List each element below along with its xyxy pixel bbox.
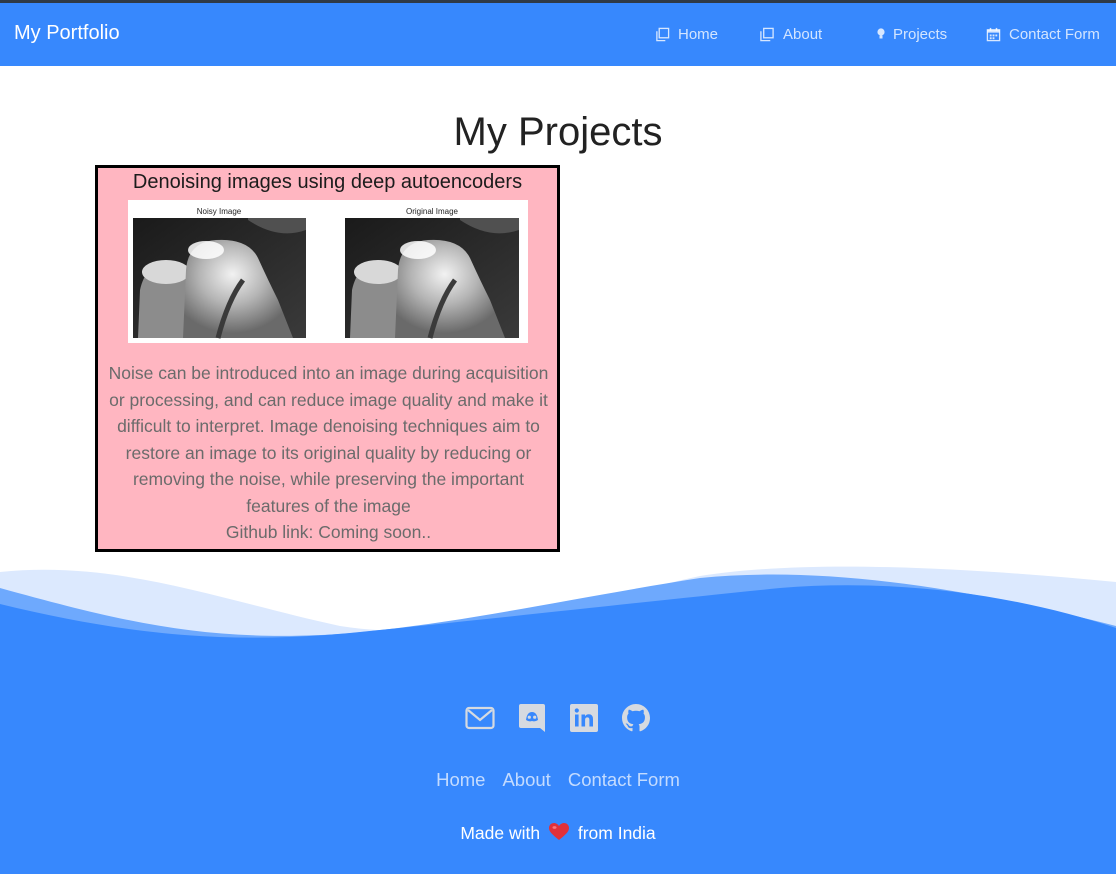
project-title: Denoising images using deep autoencoders — [132, 171, 523, 193]
made-with-text: Made with from India — [0, 823, 1116, 844]
discord-link[interactable] — [517, 702, 547, 734]
heart-icon — [548, 823, 569, 841]
nav-about-label: About — [783, 25, 823, 43]
brand-logo[interactable]: My Portfolio — [14, 22, 120, 45]
lightbulb-icon — [877, 28, 885, 39]
nav-about[interactable]: About — [759, 23, 822, 45]
linkedin-link[interactable] — [569, 702, 599, 734]
discord-icon — [519, 704, 545, 732]
nav-home-label: Home — [678, 25, 719, 43]
noisy-xray — [133, 218, 306, 339]
page-title: My Projects — [453, 110, 663, 154]
project-description-text: Noise can be introduced into an image du… — [108, 363, 549, 516]
social-links — [0, 702, 1116, 734]
github-link[interactable] — [621, 702, 651, 734]
made-with-prefix: Made with — [460, 823, 541, 843]
email-link[interactable] — [465, 702, 495, 734]
original-image-label: Original Image — [406, 207, 459, 216]
footer-link-home[interactable]: Home — [436, 769, 485, 791]
footer-link-about[interactable]: About — [502, 769, 550, 791]
navbar: My Portfolio Home About Projects Contact… — [0, 3, 1116, 66]
about-icon — [760, 27, 774, 41]
project-description: Noise can be introduced into an image du… — [104, 360, 553, 546]
made-with-suffix: from India — [577, 823, 656, 843]
project-github-link: Github link: Coming soon.. — [225, 522, 432, 542]
footer-nav: Home About Contact Form — [0, 769, 1116, 791]
nav-projects-label: Projects — [893, 25, 948, 43]
project-image: Noisy Image Original Image — [128, 200, 528, 343]
calendar-icon — [986, 27, 1001, 41]
linkedin-icon — [570, 704, 598, 732]
original-xray — [345, 218, 519, 339]
mail-icon — [465, 706, 495, 730]
nav-contact-form-label: Contact Form — [1009, 25, 1100, 43]
footer-link-contact-form[interactable]: Contact Form — [568, 769, 680, 791]
nav-projects[interactable]: Projects — [876, 23, 947, 45]
project-card: Denoising images using deep autoencoders… — [95, 165, 560, 552]
noisy-image-label: Noisy Image — [197, 207, 242, 216]
nav-contact-form[interactable]: Contact Form — [986, 23, 1100, 45]
github-icon — [622, 704, 650, 732]
nav-home[interactable]: Home — [655, 23, 718, 45]
home-icon — [656, 27, 670, 41]
